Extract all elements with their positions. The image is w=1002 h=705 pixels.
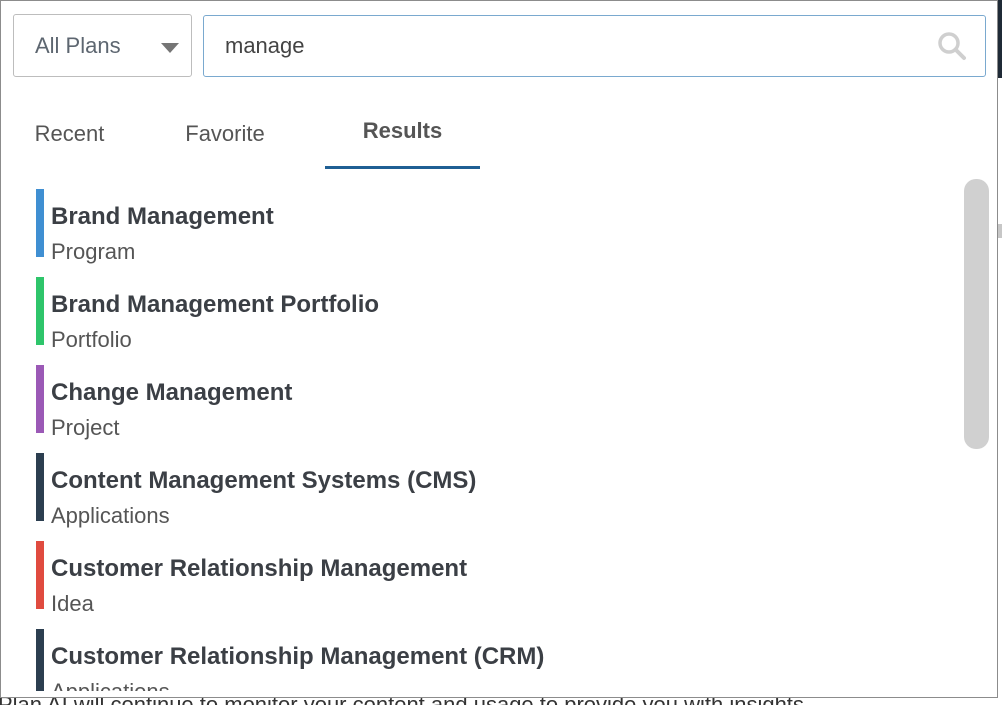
result-title: Brand Management Portfolio — [51, 291, 380, 318]
tab-label: Recent — [34, 121, 105, 146]
result-item[interactable]: Brand Management Portfolio Portfolio — [36, 277, 936, 352]
result-color-bar — [36, 541, 44, 609]
result-title: Brand Management — [51, 203, 274, 230]
result-title: Customer Relationship Management — [51, 555, 468, 582]
result-item[interactable]: Brand Management Program — [36, 189, 936, 264]
tab-results[interactable]: Results — [325, 101, 480, 169]
search-icon[interactable] — [937, 31, 967, 61]
result-type: Project — [51, 415, 120, 440]
tab-favorite[interactable]: Favorite — [166, 101, 284, 169]
result-color-bar — [36, 277, 44, 345]
result-type: Portfolio — [51, 327, 132, 352]
result-item[interactable]: Content Management Systems (CMS) Applica… — [36, 453, 936, 528]
result-color-bar — [36, 453, 44, 521]
scrollbar-thumb[interactable] — [964, 179, 989, 449]
result-color-bar — [36, 629, 44, 691]
result-title: Content Management Systems (CMS) — [51, 467, 477, 494]
result-title: Change Management — [51, 379, 293, 406]
caret-down-icon — [161, 43, 179, 53]
background-page-header — [998, 0, 1002, 78]
results-list: Brand Management Program Brand Managemen… — [1, 177, 961, 691]
background-page-divider — [998, 224, 1002, 238]
result-color-bar — [36, 365, 44, 433]
result-type: Idea — [51, 591, 94, 616]
search-input[interactable] — [204, 16, 924, 76]
search-box — [203, 15, 986, 77]
plan-filter-selected: All Plans — [35, 33, 121, 58]
tab-bar: Recent Favorite Results — [1, 101, 997, 171]
tab-recent[interactable]: Recent — [17, 101, 122, 169]
plan-filter-dropdown[interactable]: All Plans — [13, 14, 192, 77]
result-type: Applications — [51, 503, 170, 528]
result-color-bar — [36, 189, 44, 257]
result-item[interactable]: Change Management Project — [36, 365, 936, 440]
result-item[interactable]: Customer Relationship Management Idea — [36, 541, 936, 616]
result-title: Customer Relationship Management (CRM) — [51, 643, 545, 670]
results-scrollbar — [964, 179, 989, 449]
result-item[interactable]: Customer Relationship Management (CRM) A… — [36, 629, 936, 691]
result-type: Applications — [51, 679, 170, 691]
plan-search-popup: All Plans Recent Favorite Results Brand … — [0, 0, 998, 698]
tab-label: Results — [362, 118, 443, 143]
result-type: Program — [51, 239, 136, 264]
tab-label: Favorite — [185, 121, 265, 146]
